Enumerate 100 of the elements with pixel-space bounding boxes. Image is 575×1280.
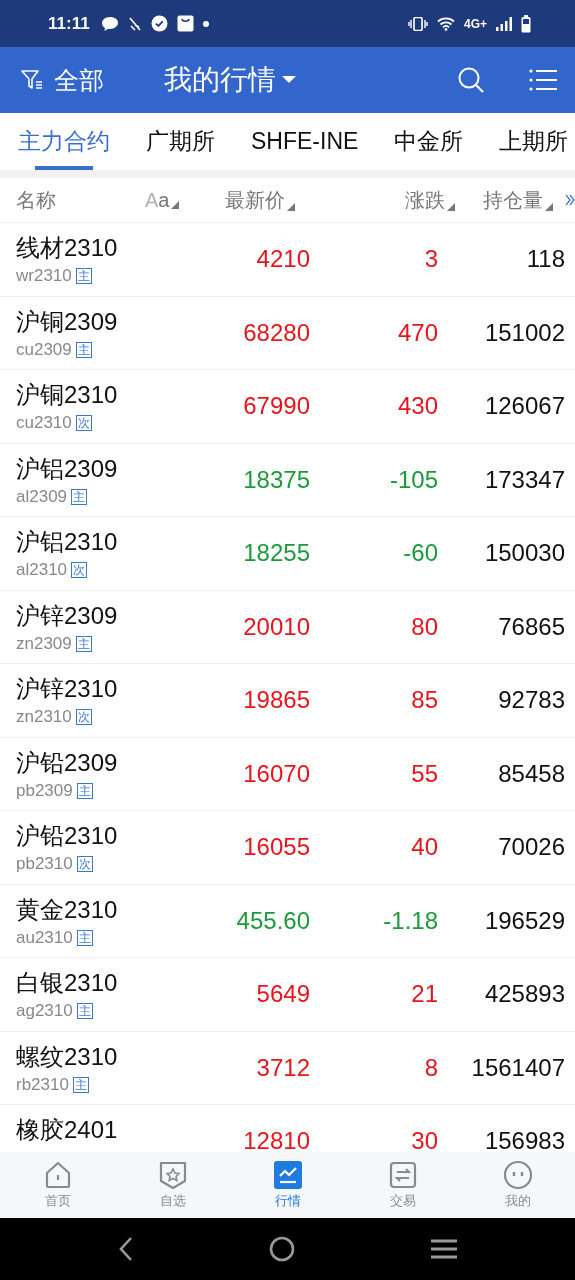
contract-name: 黄金2310: [16, 894, 119, 925]
latest-price: 19865: [242, 686, 310, 715]
market-tab[interactable]: 广期所: [128, 113, 233, 170]
title-dropdown[interactable]: 我的行情: [164, 61, 296, 99]
wifi-icon: [437, 16, 455, 31]
contract-tag: 主: [71, 488, 88, 505]
market-tab[interactable]: SHFE-INE: [233, 113, 377, 170]
latest-price: 12810: [242, 1127, 310, 1152]
quote-row[interactable]: 沪铅2310 pb2310 次 16055 40 70026: [0, 811, 575, 885]
contract-name: 螺纹2310: [16, 1041, 119, 1072]
open-interest: 156983: [483, 1127, 565, 1152]
quote-row[interactable]: 线材2310 wr2310 主 4210 3 118: [0, 223, 575, 297]
market-tab[interactable]: 中金所: [376, 113, 482, 170]
contract-tag: 主: [76, 782, 93, 799]
back-icon[interactable]: [117, 1236, 134, 1262]
price-change: 30: [410, 1127, 438, 1152]
quote-row[interactable]: 白银2310 ag2310 主 5649 21 425893: [0, 958, 575, 1032]
quote-row[interactable]: 沪铝2309 al2309 主 18375 -105 173347: [0, 443, 575, 517]
network-type: 4G+: [464, 16, 487, 31]
face-icon: [502, 1160, 533, 1190]
latest-price: 18375: [242, 465, 310, 494]
battery-icon: [521, 14, 531, 33]
contract-name: 白银2310: [16, 968, 119, 998]
contract-code: pb2309: [16, 780, 73, 801]
quote-row[interactable]: 沪铝2310 al2310 次 18255 -60 150030: [0, 517, 575, 591]
contract-name: 沪铅2310: [16, 821, 119, 851]
contract-code: al2310: [16, 560, 68, 580]
swap-icon: [387, 1160, 418, 1190]
bag-icon: [176, 15, 194, 32]
sort-header[interactable]: 最新价: [225, 186, 355, 214]
price-change: -1.18: [382, 906, 438, 935]
menu-icon[interactable]: [529, 68, 557, 92]
price-change: 80: [410, 612, 438, 641]
contract-code: au2310: [16, 927, 73, 948]
sort-header[interactable]: 持仓量: [483, 186, 553, 214]
home-icon[interactable]: [269, 1236, 296, 1262]
latest-price: 455.60: [235, 906, 310, 935]
open-interest: 70026: [497, 833, 565, 862]
market-tab[interactable]: 主力合约: [0, 113, 128, 170]
contract-code: al2309: [16, 486, 68, 507]
sort-header[interactable]: 涨跌: [355, 186, 455, 214]
contract-tag: 主: [72, 1076, 89, 1093]
quote-row[interactable]: 黄金2310 au2310 主 455.60 -1.18 196529: [0, 884, 575, 958]
contract-name: 沪锌2310: [16, 674, 119, 704]
quote-row[interactable]: 沪锌2309 zn2309 主 20010 80 76865: [0, 590, 575, 664]
open-interest: 76865: [497, 612, 565, 641]
dot-icon: [202, 20, 209, 27]
contract-tag: 主: [75, 268, 92, 284]
latest-price: 16070: [242, 759, 310, 788]
quote-row[interactable]: 沪铜2310 cu2310 次 67990 430 126067: [0, 370, 575, 444]
contract-name: 橡胶2401: [16, 1115, 119, 1145]
caret-icon: [282, 76, 296, 84]
contract-tag: 主: [75, 635, 92, 652]
contract-tag: 主: [75, 341, 92, 358]
latest-price: 5649: [255, 980, 310, 1009]
quote-row[interactable]: 沪铜2309 cu2309 主 68280 470 151002: [0, 296, 575, 370]
chat-icon: [100, 15, 119, 32]
price-change: 3: [423, 245, 438, 274]
price-change: 8: [423, 1053, 438, 1082]
slash-icon: [127, 15, 142, 32]
contract-code: rb2310: [16, 1074, 69, 1095]
open-interest: 126067: [483, 392, 565, 421]
recents-icon[interactable]: [431, 1238, 458, 1260]
column-header: 名称: [15, 187, 57, 213]
contract-name: 沪铝2310: [16, 527, 119, 557]
filter-button[interactable]: 全部: [20, 63, 104, 97]
quote-row[interactable]: 螺纹2310 rb2310 主 3712 8 1561407: [0, 1031, 575, 1105]
chart-icon: [272, 1160, 303, 1190]
contract-name: 沪锌2309: [16, 600, 119, 631]
price-change: -105: [388, 465, 438, 494]
contract-name: 沪铜2310: [16, 380, 119, 410]
search-icon[interactable]: [457, 66, 485, 94]
open-interest: 118: [525, 245, 565, 274]
contract-name: 线材2310: [16, 233, 119, 263]
status-time: 11:11: [48, 13, 90, 34]
star-badge-icon: [157, 1160, 188, 1190]
nav-tab[interactable]: 行情: [230, 1152, 345, 1218]
price-change: 55: [410, 759, 438, 788]
market-tab[interactable]: 上期所: [481, 113, 575, 170]
open-interest: 85458: [497, 759, 565, 788]
quote-row[interactable]: 沪铅2309 pb2309 主 16070 55 85458: [0, 737, 575, 811]
contract-tag: 主: [76, 929, 93, 946]
contract-code: ag2310: [16, 1001, 73, 1021]
price-change: 21: [410, 980, 438, 1009]
contract-code: zn2309: [16, 633, 72, 654]
contract-tag: 主: [76, 1003, 93, 1019]
contract-tag: 次: [75, 415, 92, 431]
contract-code: pb2310: [16, 854, 73, 874]
quote-row[interactable]: 沪锌2310 zn2310 次 19865 85 92783: [0, 664, 575, 738]
latest-price: 68280: [242, 318, 310, 347]
open-interest: 150030: [483, 539, 565, 568]
price-change: 85: [410, 686, 438, 715]
price-change: 430: [396, 392, 438, 421]
latest-price: 67990: [242, 392, 310, 421]
vibrate-icon: [408, 16, 428, 31]
contract-tag: 次: [76, 856, 93, 872]
price-change: 470: [396, 318, 438, 347]
open-interest: 425893: [483, 980, 565, 1009]
double-chevron-icon[interactable]: [565, 194, 575, 206]
contract-tag: 次: [75, 709, 92, 725]
